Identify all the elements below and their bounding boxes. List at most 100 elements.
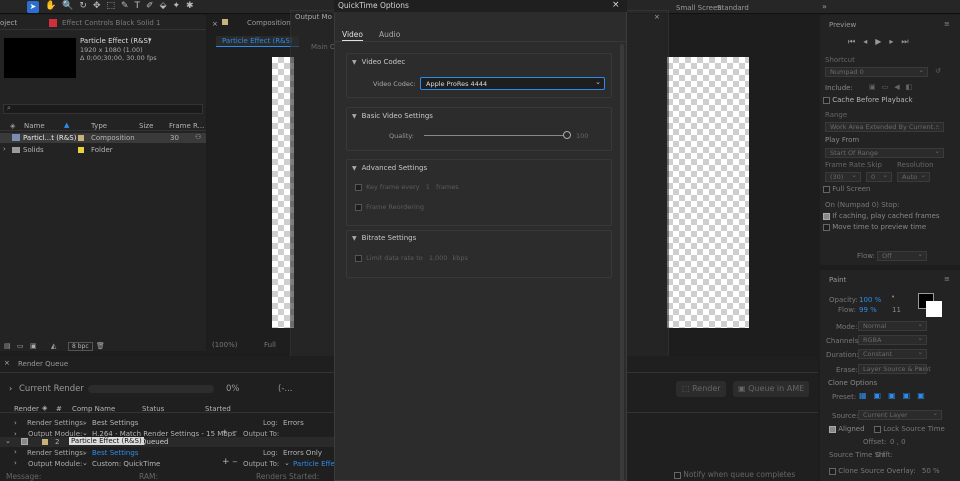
quality-value[interactable]: 100	[576, 132, 588, 140]
preview-move-time[interactable]: Move time to preview time	[823, 223, 926, 231]
col-type[interactable]: Type	[91, 122, 107, 130]
col-comp-name[interactable]: Comp Name	[72, 405, 115, 413]
paint-source-dropdown[interactable]: Current Layer	[858, 409, 942, 420]
rs-expand-icon[interactable]: ›	[14, 419, 17, 427]
queue-ame-button[interactable]: ▣ Queue in AME	[733, 381, 809, 397]
chevron-down-icon[interactable]: ▾	[148, 36, 152, 44]
render-item-2[interactable]: ⌄ 2 Particle Effect (R&S) Queued	[0, 437, 334, 447]
render-checkbox[interactable]	[21, 438, 28, 445]
checkbox[interactable]	[823, 185, 830, 193]
key-frame-value[interactable]: 1	[426, 183, 430, 191]
current-render-expand-icon[interactable]: ›	[9, 384, 12, 393]
col-started[interactable]: Started	[205, 405, 231, 413]
toolbar-icons[interactable]: ✋🔍↻✥⬚✎T✐⬙✦✱	[45, 1, 200, 11]
limit-rate-value[interactable]: 1,000	[429, 254, 448, 262]
advanced-header[interactable]: ▼ Advanced Settings	[352, 164, 427, 172]
render-button[interactable]: ⬚ Render	[676, 381, 726, 397]
expand-icon[interactable]: ⌄	[5, 437, 11, 445]
background-color-swatch[interactable]	[926, 301, 942, 317]
col-render[interactable]: Render	[14, 405, 39, 413]
workspace-standard[interactable]: Standard	[717, 4, 749, 12]
col-num[interactable]: #	[56, 405, 62, 413]
effect-controls-tab[interactable]: Effect Controls Black Solid 1	[62, 19, 160, 27]
interpret-footage-icon[interactable]: ▤	[4, 342, 11, 350]
add-output-icon[interactable]: +	[222, 457, 230, 467]
clone-overlay-value[interactable]: 50 %	[922, 467, 940, 475]
preview-range-dropdown[interactable]: Work Area Extended By Current...	[825, 121, 944, 132]
quality-slider-track[interactable]	[424, 135, 567, 136]
remove-output-icon[interactable]: −	[232, 458, 238, 466]
comp-close-icon[interactable]: ×	[212, 20, 218, 28]
paint-aligned[interactable]: Aligned	[829, 425, 865, 433]
rs-value[interactable]: Best Settings	[92, 449, 138, 457]
bpc-button[interactable]: 8 bpc	[68, 342, 93, 351]
preview-menu-icon[interactable]: ≡	[944, 20, 950, 28]
flowchart-icon[interactable]: ⚇	[195, 133, 201, 141]
output-to-chevron-icon[interactable]: ⌄	[284, 459, 290, 467]
project-search-input[interactable]: ⌕	[3, 104, 203, 114]
col-name[interactable]: Name	[24, 122, 45, 130]
add-output-icon[interactable]: +	[222, 428, 228, 436]
workspace-overflow-icon[interactable]: »	[822, 2, 827, 11]
preview-controls[interactable]: ⏮◂▶▸⏭	[848, 37, 917, 47]
project-settings-icon[interactable]: ◭	[51, 342, 56, 350]
paint-channels-dropdown[interactable]: RGBA	[858, 334, 927, 345]
paint-offset-value[interactable]: 0 , 0	[890, 438, 906, 446]
dialog-tab-video[interactable]: Video	[342, 30, 364, 41]
om-chevron-icon[interactable]: ⌄	[82, 459, 88, 467]
preview-full-screen[interactable]: Full Screen	[823, 185, 871, 193]
paint-opacity-value[interactable]: 100 %	[859, 296, 881, 304]
expand-icon[interactable]: ›	[3, 145, 6, 153]
checkbox[interactable]	[674, 471, 681, 479]
comp-tab-label[interactable]: Composition	[247, 19, 291, 27]
project-row-comp[interactable]: Particl...t (R&S) Composition 30 ⚇	[0, 133, 206, 143]
notify-checkbox-row[interactable]: Notify when queue completes	[674, 470, 795, 479]
paint-clone-overlay[interactable]: Clone Source Overlay: 50 %	[829, 467, 940, 475]
comp-sub-tab[interactable]: Particle Effect (R&S)	[216, 36, 299, 47]
rs-chevron-icon[interactable]: ⌄	[82, 448, 88, 456]
limit-rate-checkbox[interactable]	[355, 254, 362, 262]
include-video-icon[interactable]: ▣▭◀◧	[869, 83, 929, 92]
paint-mode-dropdown[interactable]: Normal	[858, 320, 927, 331]
brush-tip-icon[interactable]: •	[891, 293, 895, 301]
limit-rate-row[interactable]: Limit data rate to 1,000 kbps	[355, 254, 468, 262]
video-codec-dropdown[interactable]: Apple ProRes 4444 ⌄	[420, 77, 605, 90]
frame-rate-dropdown[interactable]: (30)	[825, 171, 861, 182]
trash-icon[interactable]: 🗑	[96, 342, 105, 350]
selection-tool-icon[interactable]: ➤	[27, 1, 39, 13]
paint-source-shift-value[interactable]: 0 f	[876, 451, 885, 459]
frame-reorder-checkbox[interactable]	[355, 203, 362, 211]
rs-expand-icon[interactable]: ›	[14, 448, 17, 456]
paint-lock-source[interactable]: Lock Source Time	[874, 425, 945, 433]
rs-value[interactable]: Best Settings	[92, 419, 138, 427]
om-value[interactable]: Custom: QuickTime	[92, 460, 160, 468]
col-framerate[interactable]: Frame R...	[169, 122, 204, 130]
paint-erase-dropdown[interactable]: Layer Source & Paint	[858, 363, 931, 374]
log-value[interactable]: Errors Only	[283, 449, 322, 457]
frame-reorder-row[interactable]: Frame Reordering	[355, 203, 424, 211]
quality-slider-thumb[interactable]	[563, 131, 571, 139]
checkbox[interactable]	[829, 425, 836, 433]
resolution-dropdown-preview[interactable]: Auto	[897, 171, 930, 182]
project-tab-label[interactable]: oject	[0, 19, 17, 27]
key-frame-row[interactable]: Key frame every 1 frames	[355, 183, 459, 191]
checkbox[interactable]	[823, 212, 830, 220]
checkbox[interactable]	[823, 223, 830, 231]
dialog-tab-audio[interactable]: Audio	[379, 30, 400, 39]
preview-play-from-dropdown[interactable]: Start Of Range	[825, 147, 944, 158]
render-queue-tab[interactable]: Render Queue	[18, 360, 68, 368]
project-row-folder[interactable]: › Solids Folder	[0, 145, 206, 155]
preview-shortcut-dropdown[interactable]: Numpad 0	[825, 66, 928, 77]
checkbox[interactable]	[829, 467, 836, 475]
render-queue-close-icon[interactable]: ×	[4, 359, 10, 367]
col-status[interactable]: Status	[142, 405, 164, 413]
zoom-dropdown[interactable]: (100%)	[212, 341, 237, 349]
new-comp-icon[interactable]: ▣	[30, 342, 37, 350]
paint-flow-value[interactable]: 99 %	[859, 306, 877, 314]
workspace-small-screen[interactable]: Small Screen	[676, 4, 722, 12]
skip-dropdown[interactable]: 0	[866, 171, 892, 182]
remove-output-icon[interactable]: −	[232, 428, 238, 436]
dialog-scrollbar[interactable]	[620, 44, 624, 481]
preview-flow-dropdown[interactable]: Off	[877, 250, 927, 261]
log-value[interactable]: Errors	[283, 419, 304, 427]
